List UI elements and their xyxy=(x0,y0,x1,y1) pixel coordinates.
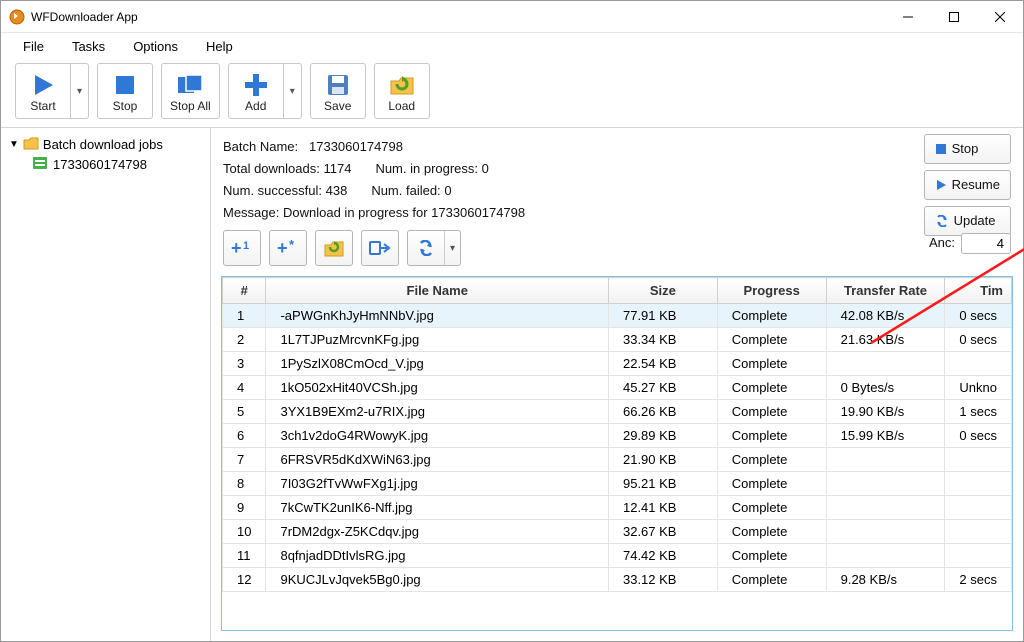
add-one-button[interactable]: +1 xyxy=(223,230,261,266)
load-button[interactable]: Load xyxy=(374,63,430,119)
svg-text:1: 1 xyxy=(243,240,249,252)
downloads-table[interactable]: # File Name Size Progress Transfer Rate … xyxy=(221,276,1013,631)
col-filename[interactable]: File Name xyxy=(266,278,609,304)
close-button[interactable] xyxy=(977,1,1023,33)
anc-input[interactable] xyxy=(961,233,1011,254)
svg-text:+: + xyxy=(231,238,242,258)
table-row[interactable]: 76FRSVR5dKdXWiN63.jpg21.90 KBComplete xyxy=(223,448,1012,472)
add-button[interactable]: Add xyxy=(228,63,284,119)
reload-folder-button[interactable] xyxy=(315,230,353,266)
tree-root[interactable]: ▼ Batch download jobs xyxy=(5,134,206,155)
col-time[interactable]: Tim xyxy=(945,278,1012,304)
total-downloads: 1174 xyxy=(323,161,351,176)
app-icon xyxy=(9,9,25,25)
menu-tasks[interactable]: Tasks xyxy=(60,36,117,57)
col-progress[interactable]: Progress xyxy=(717,278,826,304)
col-rate[interactable]: Transfer Rate xyxy=(826,278,945,304)
start-dropdown[interactable]: ▾ xyxy=(71,63,89,119)
batch-stop-button[interactable]: Stop xyxy=(924,134,1011,164)
sidebar: ▼ Batch download jobs 1733060174798 xyxy=(1,128,211,641)
start-button[interactable]: Start xyxy=(15,63,71,119)
table-row[interactable]: 21L7TJPuzMrcvnKFg.jpg33.34 KBComplete21.… xyxy=(223,328,1012,352)
job-icon xyxy=(33,157,47,172)
col-number[interactable]: # xyxy=(223,278,266,304)
num-in-progress: 0 xyxy=(482,161,489,176)
stop-icon xyxy=(111,71,139,99)
message-text: Download in progress for 1733060174798 xyxy=(283,205,525,220)
tree-item-label: 1733060174798 xyxy=(53,157,147,172)
col-size[interactable]: Size xyxy=(608,278,717,304)
svg-text:*: * xyxy=(289,238,295,252)
sub-toolbar: +1 +* ▾ xyxy=(211,228,1023,276)
plus-icon xyxy=(242,71,270,99)
collapse-icon: ▼ xyxy=(9,139,19,150)
table-row[interactable]: 107rDM2dgx-Z5KCdqv.jpg32.67 KBComplete xyxy=(223,520,1012,544)
export-button[interactable] xyxy=(361,230,399,266)
save-button[interactable]: Save xyxy=(310,63,366,119)
folder-icon xyxy=(23,136,39,153)
window-title: WFDownloader App xyxy=(31,10,138,24)
add-dropdown[interactable]: ▾ xyxy=(284,63,302,119)
svg-text:+: + xyxy=(277,238,288,258)
tree-item[interactable]: 1733060174798 xyxy=(5,155,206,174)
play-icon xyxy=(29,71,57,99)
stop-all-icon xyxy=(176,71,204,99)
table-row[interactable]: 63ch1v2doG4RWowyK.jpg29.89 KBComplete15.… xyxy=(223,424,1012,448)
table-row[interactable]: 97kCwTK2unIK6-Nff.jpg12.41 KBComplete xyxy=(223,496,1012,520)
table-row[interactable]: 31PySzlX08CmOcd_V.jpg22.54 KBComplete xyxy=(223,352,1012,376)
table-row[interactable]: 87I03G2fTvWwFXg1j.jpg95.21 KBComplete xyxy=(223,472,1012,496)
add-multi-button[interactable]: +* xyxy=(269,230,307,266)
load-icon xyxy=(388,71,416,99)
toolbar: Start ▾ Stop Stop All Add ▾ Save Load xyxy=(1,59,1023,127)
menubar: File Tasks Options Help xyxy=(1,33,1023,59)
table-row[interactable]: 41kO502xHit40VCSh.jpg45.27 KBComplete0 B… xyxy=(223,376,1012,400)
num-failed: 0 xyxy=(444,183,451,198)
stop-button[interactable]: Stop xyxy=(97,63,153,119)
info-panel: Batch Name: 1733060174798 Total download… xyxy=(211,128,1023,228)
table-row[interactable]: 1-aPWGnKhJyHmNNbV.jpg77.91 KBComplete42.… xyxy=(223,304,1012,328)
menu-file[interactable]: File xyxy=(11,36,56,57)
table-row[interactable]: 118qfnjadDDtIvlsRG.jpg74.42 KBComplete xyxy=(223,544,1012,568)
minimize-button[interactable] xyxy=(885,1,931,33)
batch-name: 1733060174798 xyxy=(309,139,403,154)
refresh-dropdown[interactable]: ▾ xyxy=(444,231,460,265)
tree-root-label: Batch download jobs xyxy=(43,137,163,152)
menu-options[interactable]: Options xyxy=(121,36,190,57)
titlebar: WFDownloader App xyxy=(1,1,1023,33)
menu-help[interactable]: Help xyxy=(194,36,245,57)
anc-label: Anc: xyxy=(929,232,955,254)
batch-resume-button[interactable]: Resume xyxy=(924,170,1011,200)
refresh-button[interactable] xyxy=(408,231,444,265)
stop-all-button[interactable]: Stop All xyxy=(161,63,220,119)
save-icon xyxy=(324,71,352,99)
num-successful: 438 xyxy=(326,183,348,198)
table-row[interactable]: 53YX1B9EXm2-u7RIX.jpg66.26 KBComplete19.… xyxy=(223,400,1012,424)
table-row[interactable]: 129KUCJLvJqvek5Bg0.jpg33.12 KBComplete9.… xyxy=(223,568,1012,592)
maximize-button[interactable] xyxy=(931,1,977,33)
